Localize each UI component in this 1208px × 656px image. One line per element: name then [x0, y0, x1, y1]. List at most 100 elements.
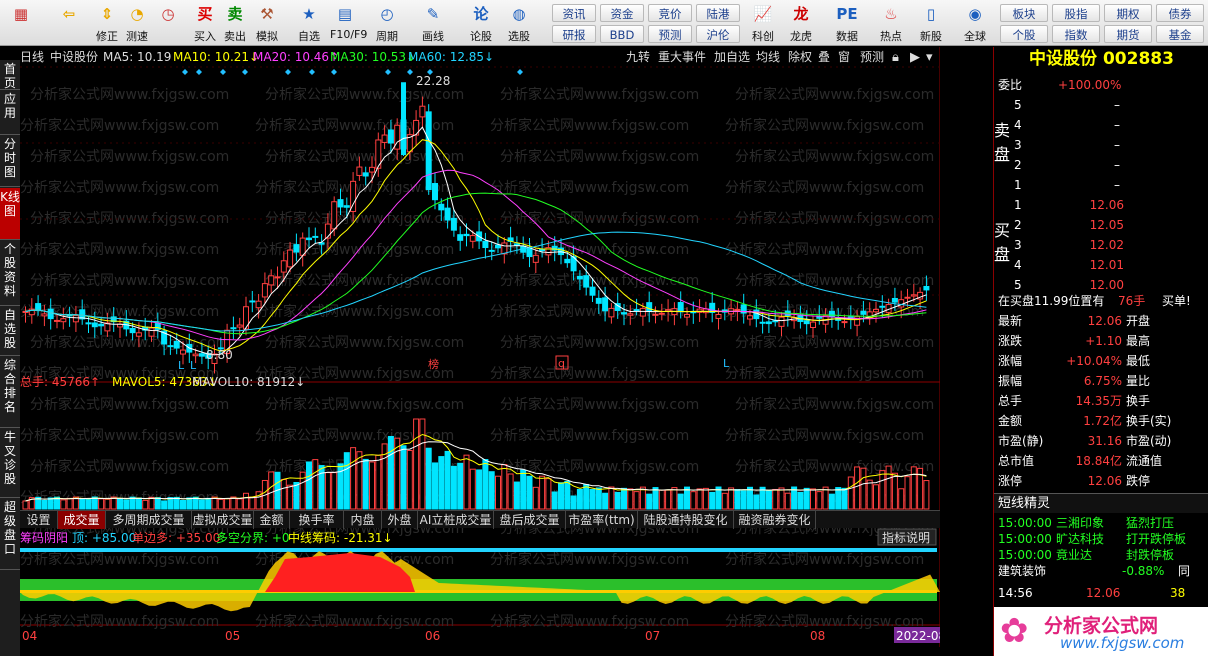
- play-icon[interactable]: ▶: [910, 50, 920, 65]
- side-tab[interactable]: 超级盘口: [0, 498, 20, 570]
- candle-body: [803, 320, 810, 325]
- candle-body: [72, 315, 79, 323]
- chart-tool-button[interactable]: 重大事件: [658, 50, 706, 64]
- star-button[interactable]: ★ 自选: [294, 2, 324, 44]
- volume-bar: [142, 499, 149, 510]
- indicator-tab[interactable]: AI立桩成交量: [418, 511, 494, 529]
- stat-label2: 最高: [1126, 334, 1151, 348]
- side-tab[interactable]: 牛叉诊股: [0, 428, 20, 498]
- volume-bar: [696, 488, 703, 510]
- toolbar-link[interactable]: 陆港: [696, 4, 740, 22]
- toolbar-link[interactable]: 竞价: [648, 4, 692, 22]
- f10-button[interactable]: ▤ F10/F9: [330, 2, 367, 44]
- toolbar-button-label: 周期: [376, 30, 398, 43]
- event-marker[interactable]: q: [558, 357, 565, 370]
- clock-button[interactable]: ◷: [153, 2, 183, 44]
- toolbar-link[interactable]: 期货: [1104, 25, 1152, 43]
- chart-tool-button[interactable]: 叠: [818, 50, 830, 64]
- toolbar-link[interactable]: BBD: [600, 25, 644, 43]
- up-down-arrow-button[interactable]: ⇕ 修正: [92, 2, 122, 44]
- chart-tool-button[interactable]: 均线: [756, 50, 780, 64]
- side-tab[interactable]: 自选股: [0, 306, 20, 356]
- toolbar-link[interactable]: 债券: [1156, 4, 1204, 22]
- side-tab[interactable]: 首页: [0, 60, 20, 90]
- indicator-tab[interactable]: 融资融券变化: [734, 511, 816, 529]
- volume-bar: [482, 459, 489, 510]
- stat-label2: 跌停: [1126, 474, 1151, 488]
- indicator-tab[interactable]: 成交量: [58, 511, 106, 529]
- stat-label: 涨停: [998, 474, 1023, 488]
- candle-body: [41, 313, 48, 317]
- globe-button[interactable]: ◉ 全球: [960, 2, 990, 44]
- toolbar-link[interactable]: 研报: [552, 25, 596, 43]
- indicator-tab[interactable]: 陆股通持股变化: [638, 511, 734, 529]
- hammer-button[interactable]: ⚒ 模拟: [252, 2, 282, 44]
- buy-price: 12.05: [1089, 218, 1124, 232]
- indicator-tab[interactable]: 内盘: [344, 511, 382, 529]
- indicator-tab[interactable]: 盘后成交量: [494, 511, 566, 529]
- header-period: 日线: [20, 50, 44, 64]
- toolbar-link[interactable]: 沪伦: [696, 25, 740, 43]
- grid-button[interactable]: ▦: [6, 2, 36, 44]
- speed-button[interactable]: ◔ 测速: [122, 2, 152, 44]
- sell-button[interactable]: 卖卖出: [220, 2, 250, 44]
- ind-help-button[interactable]: 指标说明: [882, 530, 930, 545]
- discuss-button[interactable]: 论论股: [466, 2, 496, 44]
- volume-bar: [532, 486, 539, 510]
- chart-tool-button[interactable]: 九转: [626, 49, 650, 64]
- side-tab[interactable]: 个股资料: [0, 240, 20, 306]
- volume-bar: [224, 498, 231, 510]
- chart-tool-button[interactable]: 除权: [788, 49, 812, 64]
- toolbar-link[interactable]: 资金: [600, 4, 644, 22]
- candle-body: [135, 332, 142, 337]
- kline-chart-area[interactable]: 分析家公式网www.fxjgsw.com 分析家公式网www.fxjgsw.com…: [20, 47, 985, 647]
- volume-bar: [765, 490, 772, 510]
- chart-tool-button[interactable]: 预测: [860, 50, 884, 64]
- indicator-tab[interactable]: 金额: [254, 511, 290, 529]
- toolbar-link[interactable]: 基金: [1156, 25, 1204, 43]
- chart-button[interactable]: 📈 科创: [748, 2, 778, 44]
- side-tab[interactable]: 应用: [0, 90, 20, 135]
- toolbar-link[interactable]: 预测: [648, 25, 692, 43]
- select-stock-button[interactable]: ◍ 选股: [504, 2, 534, 44]
- header-ma10: MA10: 10.21↓: [173, 50, 259, 64]
- side-tab[interactable]: 综合排名: [0, 356, 20, 428]
- toolbar: ▦ ⇦ ⇕ 修正 ◔ 测速 ◷ 买买入卖卖出 ⚒ 模拟 ★ 自选 ▤ F10/F9 ◴ 周期 ✎ 画线 论论股 ◍ 选股…: [0, 0, 1208, 46]
- toolbar-link[interactable]: 板块: [1000, 4, 1048, 22]
- fire-button[interactable]: ♨ 热点: [876, 2, 906, 44]
- event-marker[interactable]: 榜: [428, 357, 439, 371]
- side-tab[interactable]: K线图: [0, 188, 20, 240]
- side-tab[interactable]: 分时图: [0, 135, 20, 187]
- toolbar-link[interactable]: 指数: [1052, 25, 1100, 43]
- indicator-tab[interactable]: 换手率: [290, 511, 344, 529]
- indicator-tab[interactable]: 市盈率(ttm): [566, 511, 638, 529]
- pe-button[interactable]: PE 数据: [832, 2, 862, 44]
- pencil-button[interactable]: ✎ 画线: [418, 2, 448, 44]
- lock-icon[interactable]: 🔒︎: [892, 50, 899, 65]
- indicator-tab[interactable]: 多周期成交量: [106, 511, 192, 529]
- indicator-tab[interactable]: 虚拟成交量: [192, 511, 254, 529]
- back-arrow-button[interactable]: ⇦: [54, 2, 84, 44]
- volume-bar: [545, 478, 552, 510]
- newstock-button[interactable]: ▯ 新股: [916, 2, 946, 44]
- toolbar-button-label: 科创: [752, 30, 774, 43]
- toolbar-link[interactable]: 资讯: [552, 4, 596, 22]
- dragon-button[interactable]: 龙龙虎: [786, 2, 816, 44]
- toolbar-link[interactable]: 期权: [1104, 4, 1152, 22]
- candle-body: [387, 129, 394, 144]
- menu-icon[interactable]: ▾: [926, 50, 933, 65]
- month-label: 08: [810, 629, 825, 643]
- buy-button[interactable]: 买买入: [190, 2, 220, 44]
- toolbar-link[interactable]: 个股: [1000, 25, 1048, 43]
- volume-bar: [866, 479, 873, 510]
- chart-tool-button[interactable]: 加自选: [714, 50, 750, 64]
- indicator-tab[interactable]: 设置: [20, 511, 58, 529]
- period-button[interactable]: ◴ 周期: [372, 2, 402, 44]
- indicator-tab[interactable]: 外盘: [382, 511, 418, 529]
- toolbar-link[interactable]: 股指: [1052, 4, 1100, 22]
- candle-body: [249, 300, 256, 303]
- volume-bar: [450, 465, 457, 510]
- sector-more[interactable]: 同: [1178, 561, 1190, 581]
- ind-zxcm: 中线筹码: -21.31↓: [288, 530, 393, 545]
- chart-tool-button[interactable]: 窗: [838, 50, 850, 64]
